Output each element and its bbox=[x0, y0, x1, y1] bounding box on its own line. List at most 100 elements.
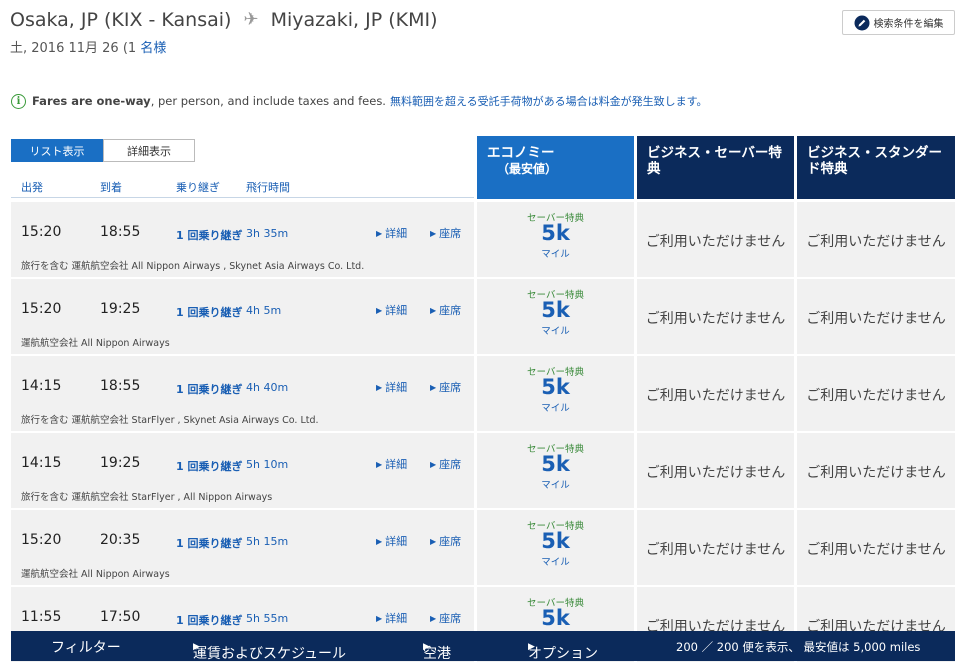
sort-connections[interactable]: 乗り継ぎ bbox=[176, 179, 220, 195]
fare-unit-label: マイル bbox=[541, 403, 570, 414]
not-available-text: ご利用いただけません bbox=[806, 311, 946, 327]
economy-fare-cell[interactable]: セーバー特典 5k マイル bbox=[477, 356, 634, 431]
economy-fare-cell[interactable]: セーバー特典 5k マイル bbox=[477, 279, 634, 354]
seats-link[interactable]: ▶ 座席 bbox=[430, 302, 461, 318]
not-available-text: ご利用いただけません bbox=[806, 234, 946, 250]
business-standard-cell: ご利用いただけません bbox=[797, 510, 955, 585]
details-link[interactable]: ▶ 詳細 bbox=[376, 456, 407, 472]
operating-carrier: 旅行を含む 運航航空会社 StarFlyer , All Nippon Airw… bbox=[21, 492, 273, 503]
triangle-right-icon: ▶ bbox=[376, 229, 383, 238]
depart-time: 15:20 bbox=[21, 532, 62, 548]
depart-time: 11:55 bbox=[21, 609, 62, 625]
connections-link[interactable]: 1 回乗り継ぎ bbox=[176, 612, 242, 628]
operating-carrier: 運航航空会社 All Nippon Airways bbox=[21, 338, 170, 349]
cabin-business-saver-label: ビジネス・セーバー特典 bbox=[647, 145, 782, 177]
cabin-economy-label: エコノミー bbox=[487, 145, 555, 161]
details-link[interactable]: ▶ 詳細 bbox=[376, 379, 407, 395]
arrive-time: 18:55 bbox=[100, 378, 141, 394]
sort-depart[interactable]: 出発 bbox=[21, 179, 43, 195]
flight-info-cell: 15:20 19:25 1 回乗り継ぎ 4h 5m ▶ 詳細 ▶ 座席 運航航空会社… bbox=[11, 279, 474, 354]
details-link[interactable]: ▶ 詳細 bbox=[376, 533, 407, 549]
business-standard-cell: ご利用いただけません bbox=[797, 279, 955, 354]
origin-city: Osaka, JP (KIX - Kansai) bbox=[10, 9, 232, 31]
economy-fare-cell[interactable]: セーバー特典 5k マイル bbox=[477, 202, 634, 277]
arrive-time: 18:55 bbox=[100, 224, 141, 240]
flight-row[interactable]: 14:15 19:25 1 回乗り継ぎ 5h 10m ▶ 詳細 ▶ 座席 旅行を含む… bbox=[11, 433, 955, 508]
details-link[interactable]: ▶ 詳細 bbox=[376, 610, 407, 626]
fare-miles-value: 5k bbox=[541, 298, 570, 322]
fare-unit-label: マイル bbox=[541, 326, 570, 337]
detail-view-button[interactable]: 詳細表示 bbox=[103, 139, 195, 162]
connections-link[interactable]: 1 回乗り継ぎ bbox=[176, 304, 242, 320]
business-standard-cell: ご利用いただけません bbox=[797, 202, 955, 277]
seats-link[interactable]: ▶ 座席 bbox=[430, 533, 461, 549]
business-saver-cell: ご利用いただけません bbox=[637, 510, 794, 585]
list-view-button[interactable]: リスト表示 bbox=[11, 139, 103, 162]
economy-fare-cell[interactable]: セーバー特典 5k マイル bbox=[477, 433, 634, 508]
seats-link[interactable]: ▶ 座席 bbox=[430, 379, 461, 395]
business-standard-cell: ご利用いただけません bbox=[797, 433, 955, 508]
flight-info-cell: 15:20 20:35 1 回乗り継ぎ 5h 15m ▶ 詳細 ▶ 座席 運航航空会… bbox=[11, 510, 474, 585]
flight-duration: 5h 15m bbox=[246, 535, 289, 548]
flight-info-cell: 14:15 19:25 1 回乗り継ぎ 5h 10m ▶ 詳細 ▶ 座席 旅行を含む… bbox=[11, 433, 474, 508]
cabin-economy-sublabel: （最安値） bbox=[497, 162, 558, 176]
fare-miles-value: 5k bbox=[541, 452, 570, 476]
triangle-right-icon: ▶ bbox=[376, 614, 383, 623]
seats-link[interactable]: ▶ 座席 bbox=[430, 610, 461, 626]
edit-pencil-icon bbox=[854, 15, 869, 30]
connections-link[interactable]: 1 回乗り継ぎ bbox=[176, 458, 242, 474]
flight-row[interactable]: 11:55 17:50 1 回乗り継ぎ 5h 55m ▶ 詳細 ▶ 座席 セーバー特… bbox=[11, 587, 955, 662]
depart-time: 15:20 bbox=[21, 224, 62, 240]
arrive-time: 19:25 bbox=[100, 455, 141, 471]
triangle-right-icon: ▶ bbox=[376, 537, 383, 546]
not-available-text: ご利用いただけません bbox=[645, 388, 786, 404]
not-available-text: ご利用いただけません bbox=[806, 388, 946, 404]
passenger-count[interactable]: 名様 bbox=[140, 41, 166, 56]
sort-duration[interactable]: 飛行時間 bbox=[246, 179, 290, 195]
seats-link[interactable]: ▶ 座席 bbox=[430, 225, 461, 241]
arrive-time: 19:25 bbox=[100, 301, 141, 317]
details-link[interactable]: ▶ 詳細 bbox=[376, 225, 407, 241]
fare-unit-label: マイル bbox=[541, 557, 570, 568]
route-title: Osaka, JP (KIX - Kansai) ✈ Miyazaki, JP (K… bbox=[10, 9, 437, 31]
cabin-business-saver-header[interactable]: ビジネス・セーバー特典 bbox=[637, 136, 794, 199]
connections-link[interactable]: 1 回乗り継ぎ bbox=[176, 535, 242, 551]
economy-fare-cell[interactable]: セーバー特典 5k マイル bbox=[477, 510, 634, 585]
flight-info-cell: 14:15 18:55 1 回乗り継ぎ 4h 40m ▶ 詳細 ▶ 座席 旅行を含む… bbox=[11, 356, 474, 431]
cabin-business-standard-header[interactable]: ビジネス・スタンダード特典 bbox=[797, 136, 955, 199]
depart-time: 14:15 bbox=[21, 378, 62, 394]
cabin-economy-header[interactable]: エコノミー （最安値） bbox=[477, 136, 634, 199]
flight-row[interactable]: 15:20 20:35 1 回乗り継ぎ 5h 15m ▶ 詳細 ▶ 座席 運航航空会… bbox=[11, 510, 955, 585]
fare-miles-value: 5k bbox=[541, 606, 570, 630]
trip-date: 土, 2016 11月 26 (1 bbox=[10, 41, 137, 56]
depart-time: 14:15 bbox=[21, 455, 62, 471]
flight-row[interactable]: 15:20 19:25 1 回乗り継ぎ 4h 5m ▶ 詳細 ▶ 座席 運航航空会社… bbox=[11, 279, 955, 354]
arrive-time: 17:50 bbox=[100, 609, 141, 625]
triangle-right-icon: ▶ bbox=[430, 306, 437, 315]
baggage-warning-link[interactable]: 無料範囲を超える受託手荷物がある場合は料金が発生致します。 bbox=[390, 93, 708, 109]
sort-arrive[interactable]: 到着 bbox=[100, 179, 122, 195]
flight-row[interactable]: 15:20 18:55 1 回乗り継ぎ 3h 35m ▶ 詳細 ▶ 座席 旅行を含む… bbox=[11, 202, 955, 277]
fare-notice-bold: Fares are one-way bbox=[32, 94, 151, 108]
business-saver-cell: ご利用いただけません bbox=[637, 356, 794, 431]
flight-duration: 4h 40m bbox=[246, 381, 289, 394]
fare-notice: i Fares are one-way, per person, and inc… bbox=[11, 93, 708, 109]
trip-date-passengers: 土, 2016 11月 26 (1 名様 bbox=[10, 37, 166, 56]
not-available-text: ご利用いただけません bbox=[645, 311, 786, 327]
seats-link[interactable]: ▶ 座席 bbox=[430, 456, 461, 472]
operating-carrier: 運航航空会社 All Nippon Airways bbox=[21, 569, 170, 580]
edit-search-button[interactable]: 検索条件を編集 bbox=[842, 10, 955, 35]
triangle-right-icon: ▶ bbox=[430, 614, 437, 623]
flight-info-cell: 15:20 18:55 1 回乗り継ぎ 3h 35m ▶ 詳細 ▶ 座席 旅行を含む… bbox=[11, 202, 474, 277]
triangle-right-icon: ▶ bbox=[430, 537, 437, 546]
flight-row[interactable]: 14:15 18:55 1 回乗り継ぎ 4h 40m ▶ 詳細 ▶ 座席 旅行を含む… bbox=[11, 356, 955, 431]
not-available-text: ご利用いただけません bbox=[645, 542, 786, 558]
details-link[interactable]: ▶ 詳細 bbox=[376, 302, 407, 318]
triangle-right-icon: ▶ bbox=[430, 460, 437, 469]
connections-link[interactable]: 1 回乗り継ぎ bbox=[176, 381, 242, 397]
view-toggle: リスト表示 詳細表示 bbox=[11, 139, 195, 162]
connections-link[interactable]: 1 回乗り継ぎ bbox=[176, 227, 242, 243]
filter-button[interactable]: フィルター bbox=[51, 637, 121, 657]
operating-carrier: 旅行を含む 運航航空会社 StarFlyer , Skynet Asia Air… bbox=[21, 415, 319, 426]
arrive-time: 20:35 bbox=[100, 532, 141, 548]
